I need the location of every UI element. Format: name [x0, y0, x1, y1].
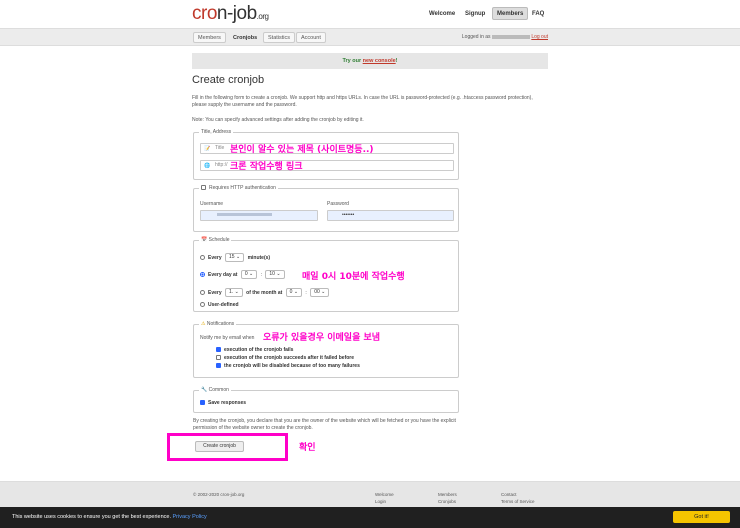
title-address-section: Title, Address 📝 Title 🌐 http://: [193, 129, 459, 180]
declaration-text: By creating the cronjob, you declare tha…: [193, 418, 456, 431]
notify-option-fails[interactable]: execution of the cronjob fails: [216, 347, 293, 353]
month-hour-select[interactable]: 0: [285, 288, 303, 297]
footer-heading: Welcome: [375, 492, 394, 497]
annotation-address: 크론 작업수행 링크: [230, 162, 303, 172]
nav-welcome[interactable]: Welcome: [429, 8, 455, 21]
password-label: Password: [327, 201, 349, 207]
radio-every-month[interactable]: [200, 290, 205, 295]
footer-col-members: Members Cronjobs: [438, 491, 457, 505]
common-section: 🔧 Common Save responses: [193, 387, 459, 413]
tab-cronjobs[interactable]: Cronjobs: [228, 32, 263, 43]
checkbox-save-responses[interactable]: [200, 400, 205, 406]
privacy-policy-link[interactable]: Privacy Policy: [173, 514, 207, 520]
notify-option-succeeds[interactable]: execution of the cronjob succeeds after …: [216, 355, 354, 361]
save-responses-option[interactable]: Save responses: [200, 400, 246, 406]
cookie-banner: This website uses cookies to ensure you …: [0, 507, 740, 528]
nav-members[interactable]: Members: [492, 7, 529, 20]
notify-option-disabled[interactable]: the cronjob will be disabled because of …: [216, 363, 360, 369]
cookie-accept-button[interactable]: Got it!: [673, 511, 730, 523]
section-legend: ⚠ Notifications: [199, 321, 237, 327]
footer-link-cronjobs[interactable]: Cronjobs: [438, 498, 457, 505]
intro-text: Fill in the following form to create a c…: [192, 95, 533, 108]
page-title: Create cronjob: [192, 74, 265, 86]
cookie-text: This website uses cookies to ensure you …: [12, 514, 207, 520]
section-legend: Title, Address: [199, 129, 234, 135]
redacted-username: [491, 34, 530, 39]
username-input[interactable]: [200, 210, 318, 221]
footer-col-welcome: Welcome Login: [375, 491, 394, 505]
radio-user-defined[interactable]: [200, 302, 205, 308]
radio-every-day[interactable]: [200, 272, 205, 277]
annotation-confirm: 확인: [299, 443, 316, 453]
checkbox-fails[interactable]: [216, 347, 221, 353]
section-legend: Requires HTTP authentication: [199, 185, 278, 191]
redacted-username: [217, 213, 272, 217]
section-legend: 🔧 Common: [199, 387, 231, 393]
http-auth-section: Requires HTTP authentication Username Pa…: [193, 185, 459, 232]
month-minute-select[interactable]: 00: [310, 288, 330, 297]
new-console-link[interactable]: new console: [363, 58, 396, 64]
schedule-every-month[interactable]: Every 1. of the month at 0 : 00: [200, 288, 331, 297]
annotation-title: 본인이 알수 있는 제목 (사이트명등..): [230, 145, 374, 155]
console-banner: Try our new console!: [192, 53, 548, 69]
edit-icon: 📝: [204, 146, 211, 152]
site-logo[interactable]: cron-job.org: [192, 3, 269, 25]
tab-members[interactable]: Members: [193, 32, 226, 43]
notify-label: Notify me by email when: [200, 335, 255, 341]
nav-signup[interactable]: Signup: [465, 8, 485, 21]
checkbox-succeeds[interactable]: [216, 355, 221, 361]
schedule-user-defined[interactable]: User-defined: [200, 302, 239, 308]
top-bar: cron-job.org Welcome Signup Members FAQ: [0, 0, 740, 28]
settings-icon: 🔧: [201, 387, 208, 393]
month-day-select[interactable]: 1.: [225, 288, 243, 297]
warning-icon: ⚠: [201, 321, 206, 327]
auth-checkbox[interactable]: [201, 185, 206, 191]
tab-statistics[interactable]: Statistics: [263, 32, 296, 43]
hour-select[interactable]: 0: [240, 270, 258, 279]
footer-link-terms[interactable]: Terms of Service: [501, 498, 535, 505]
annotation-notifications: 오류가 있을경우 이메일을 보냄: [263, 333, 381, 343]
globe-icon: 🌐: [204, 163, 211, 169]
password-input[interactable]: •••••••: [327, 210, 454, 221]
note-text: Note: You can specify advanced settings …: [192, 117, 364, 123]
section-legend: 📅 Schedule: [199, 237, 232, 243]
nav-faq[interactable]: FAQ: [532, 8, 544, 21]
calendar-icon: 📅: [201, 237, 208, 243]
footer-heading: Members: [438, 492, 457, 497]
schedule-every-day[interactable]: Every day at 0 : 10: [200, 270, 287, 279]
radio-every-minutes[interactable]: [200, 255, 205, 260]
username-label: Username: [200, 201, 224, 207]
create-cronjob-button[interactable]: Create cronjob: [195, 441, 244, 452]
tab-account[interactable]: Account: [296, 32, 326, 43]
footer-copyright: © 2002-2020 cron-job.org: [193, 492, 245, 497]
minutes-select[interactable]: 15: [225, 253, 245, 262]
footer-link-login[interactable]: Login: [375, 498, 394, 505]
annotation-schedule: 매일 0시 10분에 작업수행: [302, 272, 405, 282]
members-subnav: Members Cronjobs Statistics Account Logg…: [0, 28, 740, 46]
footer-heading: Contact: [501, 492, 517, 497]
minute-select[interactable]: 10: [265, 270, 285, 279]
schedule-every-minutes[interactable]: Every 15 minute(s): [200, 253, 270, 262]
footer-col-contact: Contact Terms of Service: [501, 491, 535, 505]
checkbox-disabled[interactable]: [216, 363, 221, 369]
logout-link[interactable]: Log out: [531, 34, 548, 40]
logged-in-info: Logged in as Log out: [461, 34, 548, 40]
